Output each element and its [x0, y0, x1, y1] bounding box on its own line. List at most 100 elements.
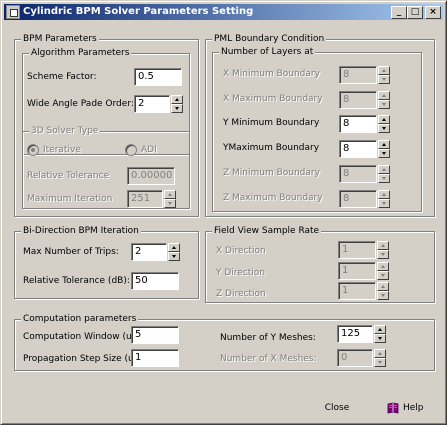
- spinner-up-icon[interactable]: [377, 262, 389, 271]
- pml-title: PML Boundary Condition: [212, 34, 327, 45]
- bidirection-group: Bi-Direction BPM Iteration Max Number of…: [14, 226, 199, 299]
- spinner-down-icon[interactable]: [374, 358, 386, 367]
- fv-z-label: Z Direction: [216, 289, 266, 299]
- fv-z-spinner[interactable]: [377, 282, 389, 300]
- pade-order-spinner[interactable]: [171, 95, 183, 113]
- pml-y-min-label: Y Minimum Boundary: [223, 118, 320, 128]
- app-icon[interactable]: [6, 5, 20, 19]
- pml-y-min-spinner[interactable]: [378, 115, 390, 133]
- pml-z-max-label: Z Maximum Boundary: [223, 193, 323, 203]
- spinner-down-icon[interactable]: [378, 124, 390, 133]
- computation-group: Computation parameters Computation Windo…: [14, 314, 435, 371]
- iterative-radio[interactable]: [27, 144, 39, 156]
- title-bar[interactable]: Cylindric BPM Solver Parameters Setting …: [4, 4, 443, 20]
- spinner-up-icon[interactable]: [171, 95, 183, 104]
- close-window-button[interactable]: ×: [425, 6, 441, 19]
- max-trips-label: Max Number of Trips:: [23, 247, 119, 257]
- spinner-up-icon[interactable]: [377, 241, 389, 250]
- help-button-label: Help: [403, 403, 424, 413]
- solver-rel-tol-input[interactable]: 0.000001: [127, 167, 175, 185]
- fv-z-input[interactable]: 1: [338, 282, 376, 300]
- scheme-factor-input[interactable]: 0.5: [134, 68, 182, 86]
- pml-group: PML Boundary Condition Number of Layers …: [205, 34, 435, 217]
- spinner-up-icon[interactable]: [378, 140, 390, 149]
- spinner-up-icon[interactable]: [377, 282, 389, 291]
- scheme-factor-label: Scheme Factor:: [27, 72, 97, 82]
- comp-window-input[interactable]: 5: [131, 326, 179, 344]
- fv-x-label: X Direction: [216, 246, 266, 256]
- fv-x-input[interactable]: 1: [338, 241, 376, 259]
- spinner-down-icon[interactable]: [378, 100, 390, 109]
- spinner-down-icon[interactable]: [377, 291, 389, 300]
- pml-z-min-spinner[interactable]: [378, 165, 390, 183]
- spinner-up-icon[interactable]: [378, 190, 390, 199]
- pml-x-max-label: X Maximum Boundary: [223, 94, 323, 104]
- spinner-down-icon[interactable]: [378, 75, 390, 84]
- fv-y-input[interactable]: 1: [338, 262, 376, 280]
- fv-y-spinner[interactable]: [377, 262, 389, 280]
- x-mesh-spinner[interactable]: [374, 349, 386, 367]
- prop-step-input[interactable]: 1: [131, 349, 179, 367]
- help-button[interactable]: Help: [381, 399, 433, 419]
- spinner-up-icon[interactable]: [378, 91, 390, 100]
- solver-rel-tol-label: Relative Tolerance: [27, 171, 110, 181]
- adi-label: ADI: [141, 145, 157, 155]
- field-view-group: Field View Sample Rate X Direction 1 Y D…: [205, 226, 435, 303]
- field-view-title: Field View Sample Rate: [212, 226, 322, 237]
- spinner-up-icon[interactable]: [378, 66, 390, 75]
- pade-order-label: Wide Angle Pade Order:: [27, 99, 134, 109]
- max-iteration-input[interactable]: 251: [127, 190, 163, 208]
- spinner-down-icon[interactable]: [378, 174, 390, 183]
- spinner-up-icon[interactable]: [378, 115, 390, 124]
- pml-layers-title: Number of Layers at: [219, 47, 316, 58]
- max-trips-input[interactable]: 2: [131, 243, 167, 261]
- pml-layers-group: Number of Layers at X Minimum Boundary 8…: [212, 47, 422, 212]
- pml-y-min-input[interactable]: 8: [339, 115, 377, 133]
- spinner-up-icon[interactable]: [168, 243, 180, 252]
- solver-3d-title: 3D Solver Type: [29, 126, 101, 137]
- dialog-window: Cylindric BPM Solver Parameters Setting …: [0, 0, 447, 425]
- pml-z-max-input[interactable]: 8: [339, 190, 377, 208]
- x-mesh-input[interactable]: 0: [337, 349, 373, 367]
- iterative-label: Iterative: [43, 145, 81, 155]
- spinner-up-icon[interactable]: [374, 325, 386, 334]
- spinner-down-icon[interactable]: [377, 271, 389, 280]
- spinner-up-icon[interactable]: [374, 349, 386, 358]
- y-mesh-label: Number of Y Meshes:: [220, 333, 316, 343]
- minimize-button[interactable]: _: [391, 6, 407, 19]
- max-iteration-spinner[interactable]: [164, 190, 176, 208]
- spinner-down-icon[interactable]: [378, 199, 390, 208]
- spinner-down-icon[interactable]: [378, 149, 390, 158]
- y-mesh-spinner[interactable]: [374, 325, 386, 343]
- close-button[interactable]: Close: [311, 399, 363, 419]
- pade-order-input[interactable]: 2: [134, 95, 170, 113]
- bidirection-title: Bi-Direction BPM Iteration: [21, 226, 141, 237]
- fv-y-label: Y Direction: [216, 268, 266, 278]
- bpm-parameters-title: BPM Parameters: [21, 34, 99, 45]
- spinner-up-icon[interactable]: [378, 165, 390, 174]
- pml-x-min-input[interactable]: 8: [339, 66, 377, 84]
- pml-y-max-spinner[interactable]: [378, 140, 390, 158]
- spinner-up-icon[interactable]: [164, 190, 176, 199]
- pml-x-max-input[interactable]: 8: [339, 91, 377, 109]
- pml-z-max-spinner[interactable]: [378, 190, 390, 208]
- computation-title: Computation parameters: [21, 314, 139, 325]
- pml-x-min-spinner[interactable]: [378, 66, 390, 84]
- adi-radio[interactable]: [125, 144, 137, 156]
- spinner-down-icon[interactable]: [171, 104, 183, 113]
- x-mesh-label: Number of X Meshes:: [220, 354, 317, 364]
- fv-x-spinner[interactable]: [377, 241, 389, 259]
- spinner-down-icon[interactable]: [374, 334, 386, 343]
- y-mesh-input[interactable]: 125: [337, 325, 373, 343]
- spinner-down-icon[interactable]: [164, 199, 176, 208]
- pml-z-min-label: Z Minimum Boundary: [223, 168, 320, 178]
- maximize-button[interactable]: □: [407, 6, 423, 19]
- pml-z-min-input[interactable]: 8: [339, 165, 377, 183]
- pml-x-max-spinner[interactable]: [378, 91, 390, 109]
- spinner-down-icon[interactable]: [377, 250, 389, 259]
- max-trips-spinner[interactable]: [168, 243, 180, 261]
- close-button-label: Close: [324, 403, 350, 413]
- spinner-down-icon[interactable]: [168, 252, 180, 261]
- pml-y-max-input[interactable]: 8: [339, 140, 377, 158]
- bidir-rel-tol-input[interactable]: 50: [131, 272, 179, 290]
